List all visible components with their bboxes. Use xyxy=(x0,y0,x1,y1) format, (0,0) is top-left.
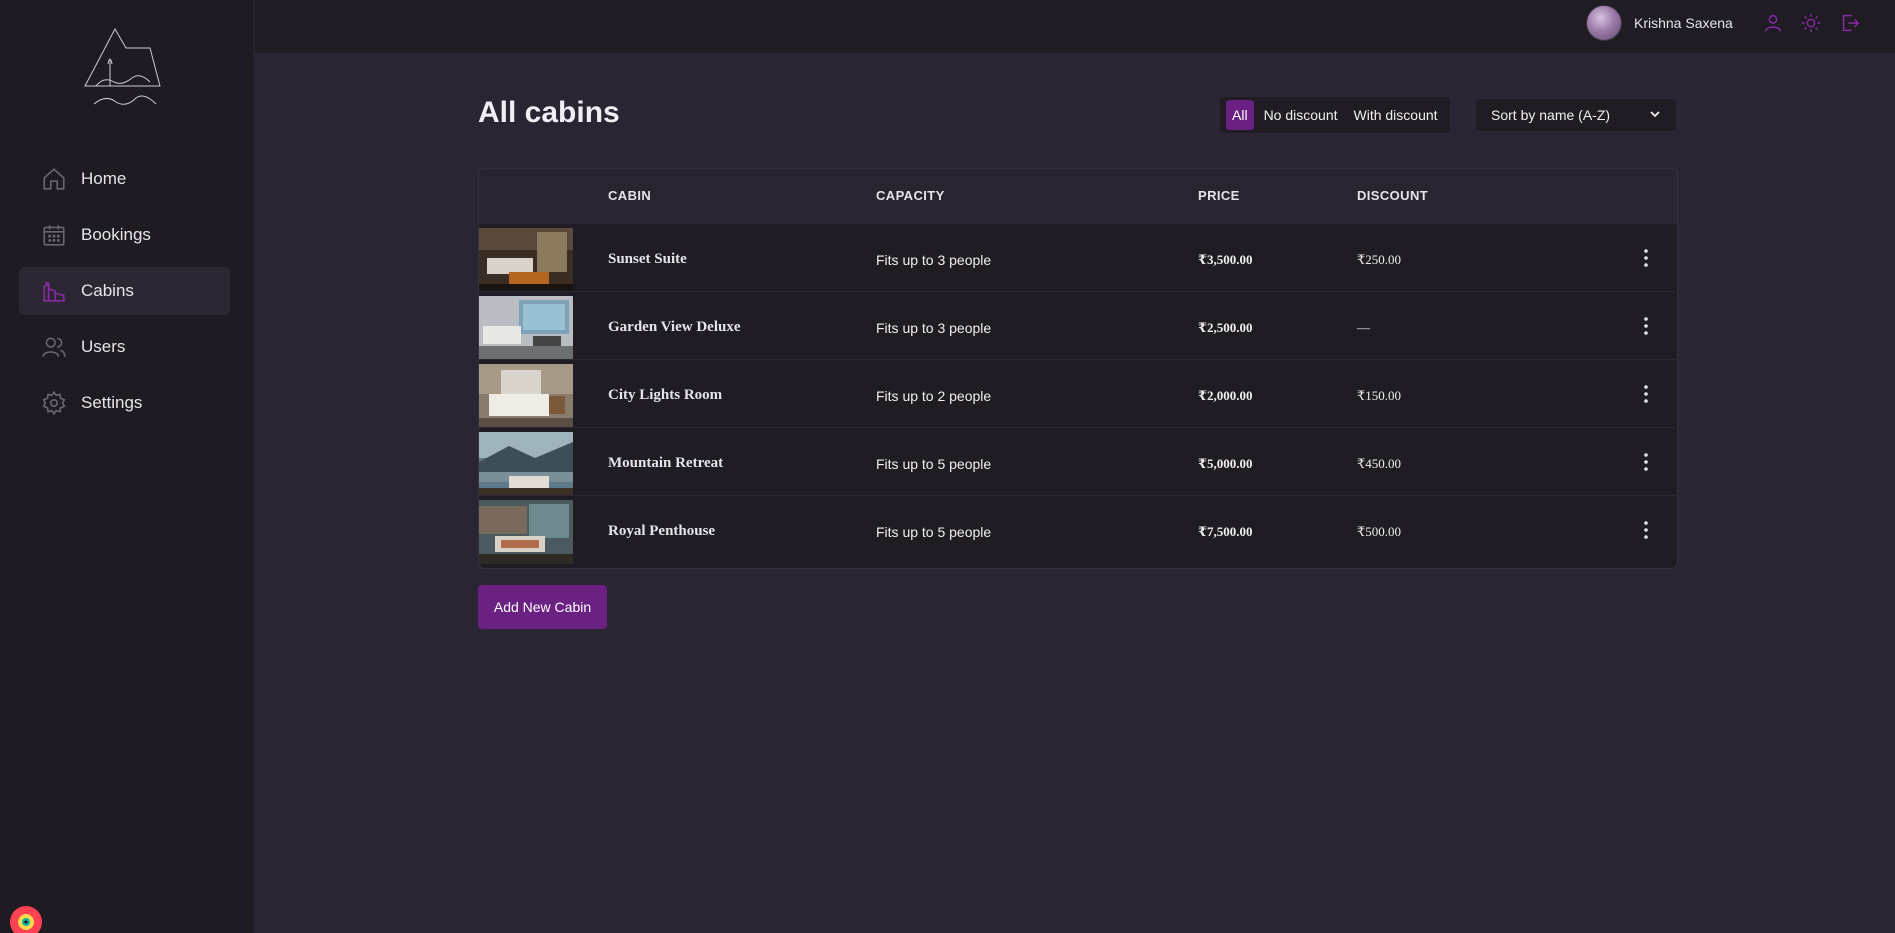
table-row: Royal Penthouse Fits up to 5 people ₹7,5… xyxy=(479,495,1677,564)
cabin-image xyxy=(479,432,573,496)
calendar-icon xyxy=(41,222,67,248)
filter-all-button[interactable]: All xyxy=(1226,100,1254,130)
cabins-icon xyxy=(41,278,67,304)
cabin-capacity: Fits up to 3 people xyxy=(876,252,992,268)
sort-select[interactable]: Sort by name (A-Z) xyxy=(1475,98,1677,132)
column-header-cabin: CABIN xyxy=(608,188,652,203)
sidebar: Home Bookings Cabins Users Settings xyxy=(0,0,254,933)
row-menu-icon[interactable] xyxy=(1634,382,1658,406)
sidebar-item-users[interactable]: Users xyxy=(19,323,230,371)
sidebar-item-cabins[interactable]: Cabins xyxy=(19,267,230,315)
cabin-price: ₹2,000.00 xyxy=(1198,388,1253,403)
column-header-discount: DISCOUNT xyxy=(1357,188,1429,203)
sidebar-item-label: Settings xyxy=(81,393,143,412)
row-menu-icon[interactable] xyxy=(1634,314,1658,338)
react-query-devtools-icon[interactable] xyxy=(6,902,46,933)
sidebar-item-bookings[interactable]: Bookings xyxy=(19,211,230,259)
discount-filter: All No discount With discount xyxy=(1219,96,1451,134)
add-new-cabin-button[interactable]: Add New Cabin xyxy=(478,585,607,629)
cabin-discount: ₹500.00 xyxy=(1357,524,1402,539)
sidebar-item-label: Cabins xyxy=(81,281,134,300)
cabin-image xyxy=(479,228,573,292)
user-icon[interactable] xyxy=(1762,12,1784,34)
column-header-capacity: CAPACITY xyxy=(876,188,945,203)
row-menu-icon[interactable] xyxy=(1634,518,1658,542)
cabin-discount: ₹150.00 xyxy=(1357,388,1402,403)
sidebar-item-label: Home xyxy=(81,169,127,188)
row-menu-icon[interactable] xyxy=(1634,450,1658,474)
cabin-name: City Lights Room xyxy=(608,387,723,403)
table-row: Sunset Suite Fits up to 3 people ₹3,500.… xyxy=(479,223,1677,292)
home-away-logo[interactable] xyxy=(80,24,170,114)
cabins-table: CABIN CAPACITY PRICE DISCOUNT Sunset Sui… xyxy=(478,168,1678,569)
cabin-discount: — xyxy=(1357,320,1370,335)
sidebar-item-settings[interactable]: Settings xyxy=(19,379,230,427)
cabin-capacity: Fits up to 5 people xyxy=(876,456,992,472)
row-menu-icon[interactable] xyxy=(1634,246,1658,270)
cabin-discount: ₹450.00 xyxy=(1357,456,1402,471)
cabin-price: ₹2,500.00 xyxy=(1198,320,1253,335)
table-row: City Lights Room Fits up to 2 people ₹2,… xyxy=(479,359,1677,428)
gear-icon xyxy=(41,390,67,416)
cabin-name: Garden View Deluxe xyxy=(608,319,741,335)
cabin-name: Sunset Suite xyxy=(608,251,687,267)
sidebar-nav: Home Bookings Cabins Users Settings xyxy=(19,155,230,435)
avatar[interactable] xyxy=(1586,5,1622,41)
logout-icon[interactable] xyxy=(1839,12,1861,34)
home-icon xyxy=(41,166,67,192)
table-row: Garden View Deluxe Fits up to 3 people ₹… xyxy=(479,291,1677,360)
cabin-image xyxy=(479,296,573,360)
cabin-capacity: Fits up to 3 people xyxy=(876,320,992,336)
cabin-capacity: Fits up to 2 people xyxy=(876,388,992,404)
sort-select-value: Sort by name (A-Z) xyxy=(1491,107,1611,123)
filter-no-discount-button[interactable]: No discount xyxy=(1258,100,1344,130)
sun-icon[interactable] xyxy=(1800,12,1822,34)
cabin-price: ₹5,000.00 xyxy=(1198,456,1253,471)
sidebar-item-home[interactable]: Home xyxy=(19,155,230,203)
filter-with-discount-button[interactable]: With discount xyxy=(1348,100,1444,130)
chevron-down-icon xyxy=(1649,108,1661,123)
cabin-price: ₹7,500.00 xyxy=(1198,524,1253,539)
sidebar-item-label: Users xyxy=(81,337,126,356)
table-row: Mountain Retreat Fits up to 5 people ₹5,… xyxy=(479,427,1677,496)
users-icon xyxy=(41,334,67,360)
username: Krishna Saxena xyxy=(1634,15,1733,31)
cabin-discount: ₹250.00 xyxy=(1357,252,1402,267)
column-header-price: PRICE xyxy=(1198,188,1240,203)
cabin-image xyxy=(479,500,573,564)
cabin-image xyxy=(479,364,573,428)
page-title: All cabins xyxy=(478,96,620,129)
cabin-capacity: Fits up to 5 people xyxy=(876,524,992,540)
cabin-name: Mountain Retreat xyxy=(608,455,724,471)
cabin-name: Royal Penthouse xyxy=(608,523,716,539)
cabin-price: ₹3,500.00 xyxy=(1198,252,1253,267)
table-header: CABIN CAPACITY PRICE DISCOUNT xyxy=(479,169,1677,223)
sidebar-item-label: Bookings xyxy=(81,225,151,244)
